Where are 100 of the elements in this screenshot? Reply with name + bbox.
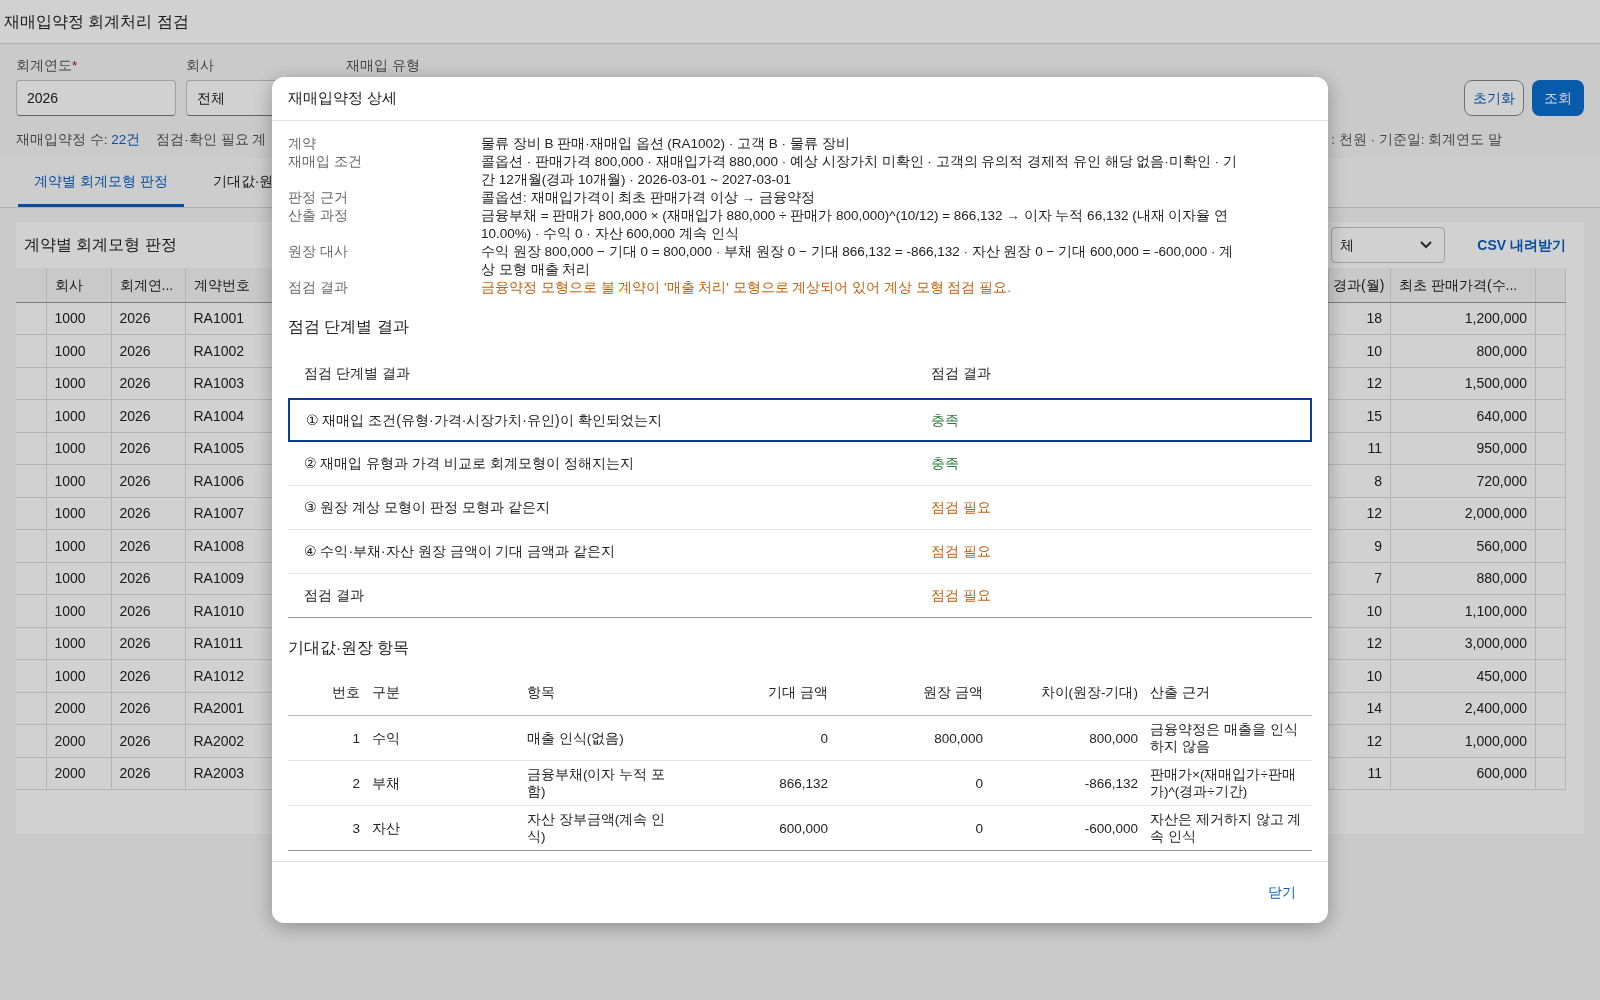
column-header: 회사 xyxy=(54,276,83,293)
column-header: 구분 xyxy=(372,684,400,700)
table-cell: 800,000 xyxy=(834,715,989,761)
select-value: 체 xyxy=(1340,235,1355,255)
table-cell: 0 xyxy=(834,805,989,851)
tab[interactable]: 계약별 회계모형 판정 xyxy=(18,158,184,208)
table-cell: -866,132 xyxy=(989,760,1144,806)
table-cell: 1000 xyxy=(46,367,111,400)
table-cell: 2026 xyxy=(111,659,185,693)
table-cell: 1 xyxy=(288,715,366,761)
table-cell: 2026 xyxy=(111,757,185,790)
table-cell: 950,000 xyxy=(1390,432,1536,465)
detail-label: 원장 대사 xyxy=(288,243,349,261)
table-cell: 자산 장부금액(계속 인식) xyxy=(521,805,671,851)
detail-label: 재매입 조건 xyxy=(288,153,363,171)
filter-label: 회사 xyxy=(186,58,214,73)
detail-value: 금융부채 = 판매가 800,000 × (재매입가 880,000 ÷ 판매가 800,000)^(10/12) = 866,132 → 이자 누적 66,132 (내재 이자율 연 10.00%) · 수익 0 · 자산 600,000 계속 인식 xyxy=(481,207,1230,243)
column-header: 원장 금액 xyxy=(923,684,983,700)
table-cell: 판매가×(재매입가÷판매가)^(경과÷기간) xyxy=(1144,760,1312,806)
column-header: 차이(원장-기대) xyxy=(1040,684,1138,700)
column-header: 점검 단계별 결과 xyxy=(304,364,410,381)
detail-value: 금융약정 모형으로 볼 계약이 '매출 처리' 모형으로 계상되어 있어 계상 모형 점검 필요. xyxy=(481,279,1012,297)
table-cell: 640,000 xyxy=(1390,399,1536,433)
table-cell: 2026 xyxy=(111,529,185,563)
unit-note: : 천원 · 기준일: 회계연도 말 xyxy=(1331,131,1502,149)
table-cell: 2026 xyxy=(111,692,185,725)
table-cell: 1,500,000 xyxy=(1390,367,1536,400)
detail-value: 콜옵션: 재매입가격이 최초 판매가격 이상 → 금융약정 xyxy=(481,189,816,207)
table-cell: 2026 xyxy=(111,594,185,628)
detail-label: 점검 결과 xyxy=(288,279,349,297)
table-cell: 1000 xyxy=(46,432,111,465)
table-cell: 560,000 xyxy=(1390,529,1536,563)
table-cell: 0 xyxy=(834,760,989,806)
table-cell: 1000 xyxy=(46,464,111,498)
table-cell: ① 재매입 조건(유형·가격·시장가치·유인)이 확인되었는지 xyxy=(288,398,915,443)
table-cell: 2026 xyxy=(111,562,185,595)
table-cell: 1,100,000 xyxy=(1390,594,1536,628)
column-header: 항목 xyxy=(527,684,555,700)
table-cell: 1,000,000 xyxy=(1390,724,1536,758)
csv-download-link[interactable]: CSV 내려받기 xyxy=(1457,234,1584,256)
table-cell: 1000 xyxy=(46,497,111,530)
table-cell: 금융약정은 매출을 인식하지 않음 xyxy=(1144,715,1312,761)
table-cell: 600,000 xyxy=(671,805,834,851)
section-title: 점검 단계별 결과 xyxy=(288,317,410,337)
table-cell: 매출 인식(없음) xyxy=(521,715,671,761)
reset-button[interactable]: 초기화 xyxy=(1464,80,1524,116)
table-cell: 1000 xyxy=(46,399,111,433)
table-cell: 2026 xyxy=(111,627,185,660)
table-cell: 2026 xyxy=(111,432,185,465)
filter-label: 회계연도 xyxy=(16,58,72,73)
card-title: 계약별 회계모형 판정 xyxy=(24,235,177,256)
table-cell: 720,000 xyxy=(1390,464,1536,498)
table-cell: 2026 xyxy=(111,497,185,530)
table-cell: ④ 수익·부채·자산 원장 금액이 기대 금액과 같은지 xyxy=(288,530,915,575)
table-cell: 0 xyxy=(671,715,834,761)
check-needed-count: 점검·확인 필요 계 xyxy=(156,131,267,149)
close-button[interactable]: 닫기 xyxy=(1262,881,1302,904)
table-cell: 800,000 xyxy=(989,715,1144,761)
detail-label: 계약 xyxy=(288,135,317,153)
table-cell: 2026 xyxy=(111,399,185,433)
table-cell: 금융부채(이자 누적 포함) xyxy=(521,760,671,806)
table-cell: 1000 xyxy=(46,562,111,595)
table-cell: 880,000 xyxy=(1390,562,1536,595)
table-cell: 1000 xyxy=(46,627,111,660)
table-cell: 1,200,000 xyxy=(1390,302,1536,335)
section-title: 기대값·원장 항목 xyxy=(288,638,411,659)
table-cell: ③ 원장 계상 모형이 판정 모형과 같은지 xyxy=(288,486,915,531)
table-cell: 2,000,000 xyxy=(1390,497,1536,530)
detail-value: 콜옵션 · 판매가격 800,000 · 재매입가격 880,000 · 예상 시장가치 미확인 · 고객의 유의적 경제적 유인 해당 없음·미확인 · 기간 12개월(경과 10개월) · 2026-03-01 ~ 2027-03-01 xyxy=(481,153,1238,189)
filter-select[interactable]: 체 xyxy=(1331,227,1446,264)
detail-label: 산출 과정 xyxy=(288,207,349,225)
column-header: 산출 근거 xyxy=(1150,684,1210,700)
search-button[interactable]: 조회 xyxy=(1532,80,1584,116)
year-field[interactable]: 2026 xyxy=(16,80,176,116)
table-cell: 600,000 xyxy=(1390,757,1536,790)
table-cell: 3 xyxy=(288,805,366,851)
table-cell: 2026 xyxy=(111,334,185,368)
status-cell: 점검 필요 xyxy=(915,486,1312,531)
table-cell: 자산 xyxy=(366,805,521,851)
table-cell: ② 재매입 유형과 가격 비교로 회계모형이 정해지는지 xyxy=(288,442,915,487)
table-cell: 1000 xyxy=(46,529,111,563)
page-title: 재매입약정 회계처리 점검 xyxy=(4,11,189,32)
column-header: 최초 판매가격(수... xyxy=(1399,276,1518,293)
required-mark: * xyxy=(72,58,78,73)
table-cell: 2000 xyxy=(46,757,111,790)
table-cell: 1000 xyxy=(46,659,111,693)
detail-label: 판정 근거 xyxy=(288,189,349,207)
contract-count: 재매입약정 수: 22건 xyxy=(16,131,141,149)
status-cell: 점검 필요 xyxy=(915,574,1312,619)
table-cell: 점검 결과 xyxy=(288,574,915,619)
table-cell: 2000 xyxy=(46,724,111,758)
table-cell: 2 xyxy=(288,760,366,806)
table-cell: 1000 xyxy=(46,334,111,368)
table-cell: 자산은 제거하지 않고 계속 인식 xyxy=(1144,805,1312,851)
table-cell: 3,000,000 xyxy=(1390,627,1536,660)
table-cell: 800,000 xyxy=(1390,334,1536,368)
table-cell: 2026 xyxy=(111,302,185,335)
table-cell: 2026 xyxy=(111,464,185,498)
column-header: 경과(월) xyxy=(1333,276,1385,293)
table-cell: 수익 xyxy=(366,715,521,761)
